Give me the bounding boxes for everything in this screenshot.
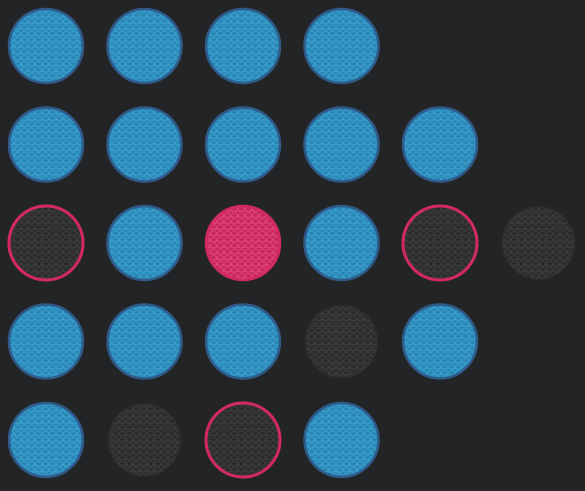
- cell-r3-c3-pink[interactable]: [204, 204, 282, 282]
- cell-r2-c2-blue[interactable]: [106, 106, 183, 183]
- cell-r3-c2-blue[interactable]: [106, 204, 183, 282]
- cell-r5-c1-blue[interactable]: [7, 401, 85, 479]
- cell-r3-c6-empty[interactable]: [501, 206, 576, 280]
- cell-r2-c4-blue[interactable]: [303, 106, 380, 183]
- cell-r1-c1-blue[interactable]: [7, 7, 85, 85]
- cell-r4-c4-empty[interactable]: [304, 304, 379, 379]
- cell-r2-c5-blue[interactable]: [401, 106, 479, 183]
- game-board: [0, 0, 585, 491]
- cell-r4-c5-blue[interactable]: [401, 303, 479, 380]
- cell-r5-c3-outline[interactable]: [204, 401, 282, 479]
- cell-r4-c3-blue[interactable]: [204, 303, 282, 380]
- cell-r3-c5-outline[interactable]: [401, 204, 479, 282]
- cell-r5-c4-blue[interactable]: [303, 401, 380, 479]
- cell-r1-c2-blue[interactable]: [106, 7, 183, 85]
- cell-r3-c4-blue[interactable]: [303, 204, 380, 282]
- cell-r3-c1-outline[interactable]: [7, 204, 85, 282]
- cell-r4-c1-blue[interactable]: [7, 303, 85, 380]
- cell-r1-c3-blue[interactable]: [204, 7, 282, 85]
- cell-r4-c2-blue[interactable]: [106, 303, 183, 380]
- cell-r2-c1-blue[interactable]: [7, 106, 85, 183]
- cell-r2-c3-blue[interactable]: [204, 106, 282, 183]
- cell-r5-c2-empty[interactable]: [107, 403, 182, 477]
- cell-r1-c4-blue[interactable]: [303, 7, 380, 85]
- board-canvas: [7, 7, 576, 479]
